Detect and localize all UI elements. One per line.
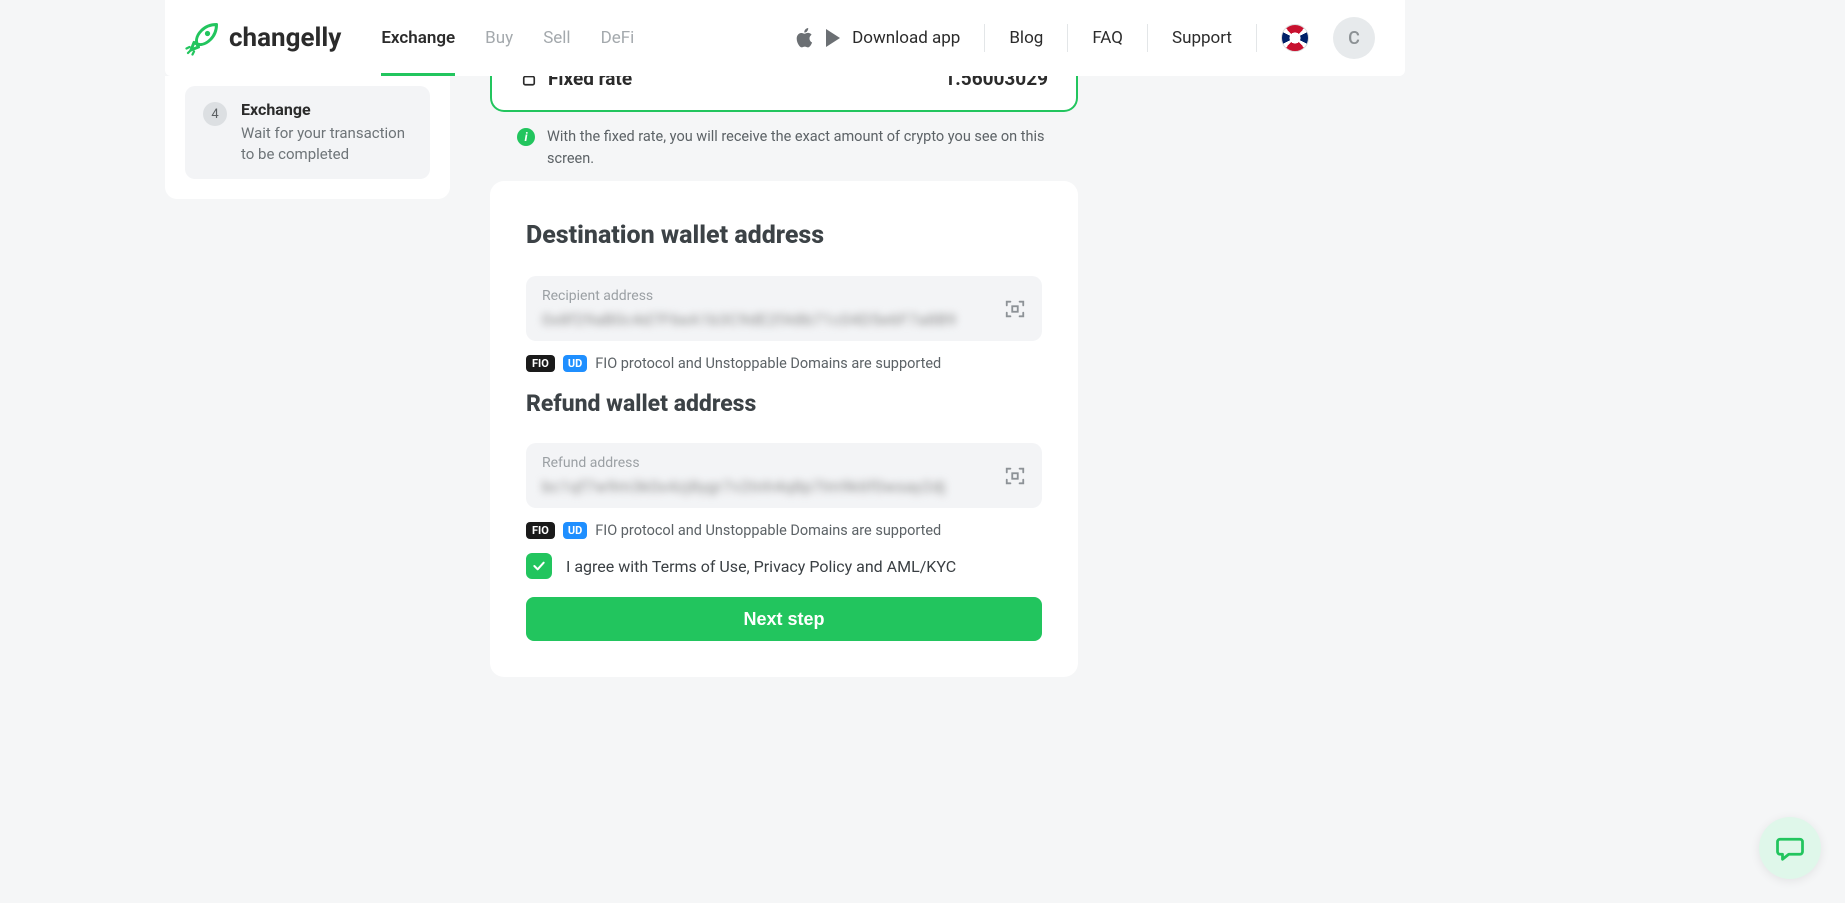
divider: [984, 24, 985, 52]
step-description: Wait for your transaction to be complete…: [241, 123, 412, 165]
wallet-form-card: Destination wallet address Recipient add…: [490, 181, 1078, 677]
divider: [1256, 24, 1257, 52]
rocket-icon: [185, 20, 221, 56]
play-icon: [824, 28, 842, 48]
fio-badge: FIO: [526, 355, 555, 372]
scan-qr-button-refund[interactable]: [1002, 463, 1028, 489]
link-support[interactable]: Support: [1172, 28, 1232, 48]
recipient-address-label: Recipient address: [542, 288, 988, 304]
info-text: With the fixed rate, you will receive th…: [547, 126, 1077, 170]
link-faq[interactable]: FAQ: [1092, 28, 1123, 48]
destination-title: Destination wallet address: [526, 221, 1042, 250]
nav-defi[interactable]: DeFi: [601, 0, 635, 76]
step-title: Exchange: [241, 100, 412, 119]
step-number: 4: [203, 102, 227, 126]
steps-sidebar: 4 Exchange Wait for your transaction to …: [165, 76, 450, 199]
chat-button[interactable]: [1759, 817, 1821, 879]
dest-support-note: FIO UD FIO protocol and Unstoppable Doma…: [526, 355, 1042, 372]
header: changelly Exchange Buy Sell DeFi Downloa…: [165, 0, 1405, 76]
qr-scan-icon: [1004, 465, 1026, 487]
link-blog[interactable]: Blog: [1009, 28, 1043, 48]
terms-checkbox[interactable]: [526, 553, 552, 579]
scan-qr-button[interactable]: [1002, 296, 1028, 322]
divider: [1147, 24, 1148, 52]
check-icon: [531, 558, 547, 574]
refund-address-field[interactable]: Refund address bc1qf7w9m3k0x4zj8ygr7v2tn…: [526, 443, 1042, 508]
brand-logo[interactable]: changelly: [185, 20, 341, 56]
ud-badge: UD: [563, 355, 587, 372]
main-nav: Exchange Buy Sell DeFi: [381, 0, 634, 76]
apple-icon: [796, 28, 814, 48]
qr-scan-icon: [1004, 298, 1026, 320]
recipient-address-field[interactable]: Recipient address 0x8f29aB0c4d7F6eA1b3C9…: [526, 276, 1042, 341]
download-app[interactable]: Download app: [796, 28, 960, 48]
locale-flag-uk[interactable]: [1281, 24, 1309, 52]
chat-icon: [1775, 833, 1805, 863]
support-text: FIO protocol and Unstoppable Domains are…: [595, 355, 941, 372]
nav-exchange[interactable]: Exchange: [381, 0, 455, 76]
next-step-button[interactable]: Next step: [526, 597, 1042, 641]
avatar[interactable]: C: [1333, 17, 1375, 59]
refund-support-note: FIO UD FIO protocol and Unstoppable Doma…: [526, 522, 1042, 539]
agree-text: I agree with Terms of Use, Privacy Polic…: [566, 557, 956, 576]
ud-badge: UD: [563, 522, 587, 539]
step-card: 4 Exchange Wait for your transaction to …: [185, 86, 430, 179]
info-icon: i: [517, 128, 535, 146]
support-text: FIO protocol and Unstoppable Domains are…: [595, 522, 941, 539]
recipient-address-value: 0x8f29aB0c4d7F6eA1b3C9dE2fA8b71c04D5e6F7…: [542, 310, 988, 329]
nav-buy[interactable]: Buy: [485, 0, 513, 76]
fio-badge: FIO: [526, 522, 555, 539]
refund-address-value: bc1qf7w9m3k0x4zj8ygr7v2tnh4q8p7lm9k6f0ws…: [542, 477, 988, 496]
divider: [1067, 24, 1068, 52]
refund-address-label: Refund address: [542, 455, 988, 471]
nav-sell[interactable]: Sell: [543, 0, 570, 76]
brand-name: changelly: [229, 23, 341, 53]
refund-title: Refund wallet address: [526, 390, 1042, 417]
fixed-rate-info: i With the fixed rate, you will receive …: [517, 126, 1077, 170]
